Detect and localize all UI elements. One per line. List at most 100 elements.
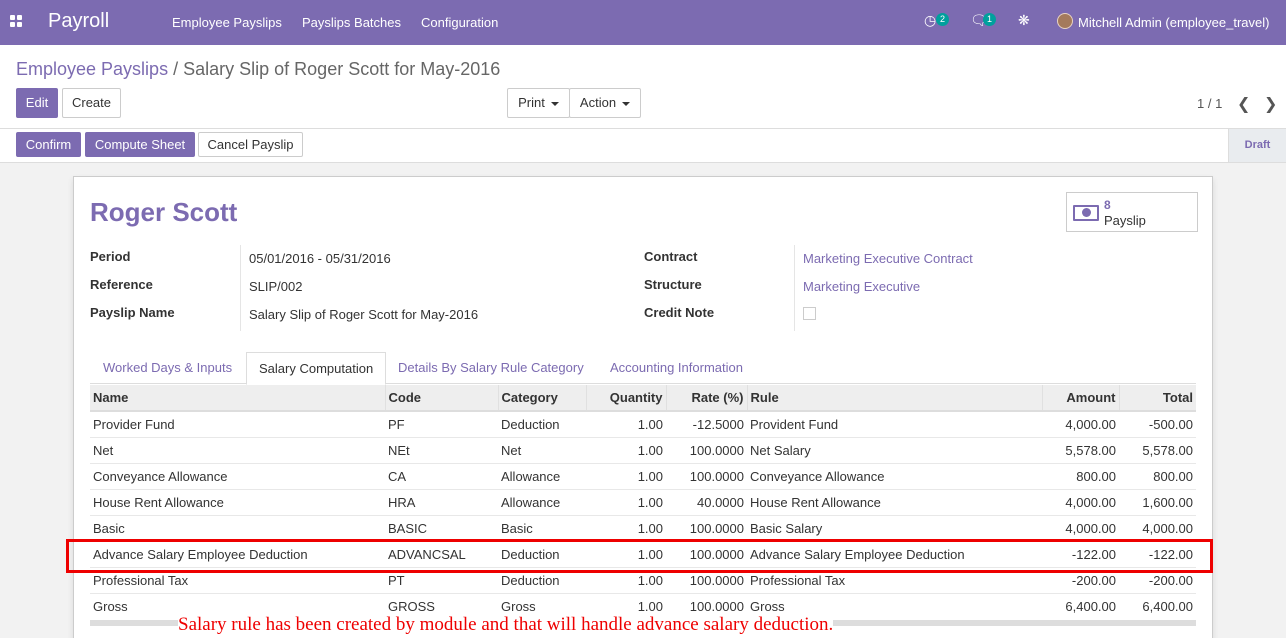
column-header-total[interactable]: Total xyxy=(1118,385,1196,412)
cell-category: Basic xyxy=(498,514,586,541)
cell-amount: 6,400.00 xyxy=(1042,592,1119,619)
contract-label: Contract xyxy=(644,249,698,264)
cell-code: ADVANCSAL xyxy=(385,540,498,567)
table-row[interactable]: Professional Tax PT Deduction 1.00 100.0000 P… xyxy=(90,566,1196,593)
cell-code: PT xyxy=(385,566,498,593)
print-dropdown[interactable]: Print xyxy=(507,88,570,118)
payslip-count: 8 xyxy=(1104,198,1111,212)
cell-rate: 100.0000 xyxy=(666,436,747,463)
money-icon xyxy=(1073,205,1099,221)
credit-note-checkbox[interactable] xyxy=(803,307,816,320)
cell-name: Professional Tax xyxy=(90,566,385,593)
payslip-count-label: Payslip xyxy=(1104,213,1146,228)
menu-configuration[interactable]: Configuration xyxy=(421,15,498,30)
edit-button[interactable]: Edit xyxy=(16,88,58,118)
payslip-name-value: Salary Slip of Roger Scott for May-2016 xyxy=(249,307,479,322)
cell-rate: 100.0000 xyxy=(666,514,747,541)
column-header-quantity[interactable]: Quantity xyxy=(585,385,666,412)
cell-rule: Advance Salary Employee Deduction xyxy=(747,540,1042,567)
cell-amount: 4,000.00 xyxy=(1042,514,1119,541)
tab-worked-days-inputs[interactable]: Worked Days & Inputs xyxy=(91,352,244,384)
column-header-category[interactable]: Category xyxy=(497,385,586,412)
menu-employee-payslips[interactable]: Employee Payslips xyxy=(172,15,282,30)
contract-link[interactable]: Marketing Executive Contract xyxy=(803,251,973,266)
print-label: Print xyxy=(518,95,545,110)
period-label: Period xyxy=(90,249,131,264)
pager-next-icon[interactable]: ❯ xyxy=(1264,94,1277,114)
status-draft[interactable]: Draft xyxy=(1228,129,1286,162)
create-button[interactable]: Create xyxy=(62,88,121,118)
confirm-button[interactable]: Confirm xyxy=(16,132,81,157)
control-panel: Employee Payslips / Salary Slip of Roger… xyxy=(0,45,1286,129)
cell-rule: House Rent Allowance xyxy=(747,488,1042,515)
tab-accounting-information[interactable]: Accounting Information xyxy=(598,352,755,384)
cell-name: Conveyance Allowance xyxy=(90,462,385,489)
breadcrumb-parent-link[interactable]: Employee Payslips xyxy=(16,59,168,79)
form-sheet: Roger Scott 8 Payslip Period 05/01/2016 … xyxy=(73,176,1213,638)
cell-total: -122.00 xyxy=(1119,540,1196,567)
caret-down-icon xyxy=(550,101,559,106)
column-header-name[interactable]: Name xyxy=(90,385,385,412)
tab-details-by-salary-rule-category[interactable]: Details By Salary Rule Category xyxy=(386,352,596,384)
activity-clock-icon[interactable]: ◷ xyxy=(924,12,936,29)
field-divider xyxy=(794,245,795,331)
cell-quantity: 1.00 xyxy=(586,410,666,437)
field-divider xyxy=(240,245,241,331)
debug-bug-icon[interactable]: ❋ xyxy=(1018,12,1030,29)
cell-amount: 5,578.00 xyxy=(1042,436,1119,463)
table-header-row: Name Code Category Quantity Rate (%) Rul… xyxy=(90,385,1196,412)
cell-quantity: 1.00 xyxy=(586,436,666,463)
menu-payslips-batches[interactable]: Payslips Batches xyxy=(302,15,401,30)
cell-name: House Rent Allowance xyxy=(90,488,385,515)
credit-note-label: Credit Note xyxy=(644,305,715,320)
compute-sheet-button[interactable]: Compute Sheet xyxy=(85,132,195,157)
table-row[interactable]: Conveyance Allowance CA Allowance 1.00 100.0… xyxy=(90,462,1196,489)
column-header-amount[interactable]: Amount xyxy=(1041,385,1119,412)
table-row[interactable]: Advance Salary Employee Deduction ADVANCS… xyxy=(90,540,1196,567)
cell-quantity: 1.00 xyxy=(586,566,666,593)
caret-down-icon xyxy=(622,101,631,106)
user-menu[interactable]: Mitchell Admin (employee_travel) xyxy=(1078,15,1269,30)
messages-count-badge: 1 xyxy=(983,13,997,26)
cell-category: Deduction xyxy=(498,540,586,567)
cell-total: -500.00 xyxy=(1119,410,1196,437)
cell-amount: -200.00 xyxy=(1042,566,1119,593)
avatar[interactable] xyxy=(1057,13,1073,29)
cell-amount: 4,000.00 xyxy=(1042,488,1119,515)
structure-label: Structure xyxy=(644,277,702,292)
breadcrumb: Employee Payslips / Salary Slip of Roger… xyxy=(16,59,500,80)
structure-link[interactable]: Marketing Executive xyxy=(803,279,920,294)
salary-computation-table: Name Code Category Quantity Rate (%) Rul… xyxy=(90,385,1196,619)
top-navbar: Payroll Employee Payslips Payslips Batch… xyxy=(0,0,1286,45)
payslip-smart-button[interactable]: 8 Payslip xyxy=(1066,192,1198,232)
column-header-code[interactable]: Code xyxy=(384,385,498,412)
cell-total: 5,578.00 xyxy=(1119,436,1196,463)
cell-category: Allowance xyxy=(498,488,586,515)
tab-salary-computation[interactable]: Salary Computation xyxy=(246,352,387,385)
cell-code: NEt xyxy=(385,436,498,463)
cell-code: CA xyxy=(385,462,498,489)
column-header-rate[interactable]: Rate (%) xyxy=(665,385,747,412)
cell-amount: 4,000.00 xyxy=(1042,410,1119,437)
apps-menu-icon[interactable] xyxy=(10,15,24,29)
cell-total: 6,400.00 xyxy=(1119,592,1196,619)
cell-rule: Conveyance Allowance xyxy=(747,462,1042,489)
cell-amount: -122.00 xyxy=(1042,540,1119,567)
employee-name: Roger Scott xyxy=(90,197,238,227)
table-row[interactable]: House Rent Allowance HRA Allowance 1.00 40.0… xyxy=(90,488,1196,515)
action-dropdown[interactable]: Action xyxy=(569,88,641,118)
table-row[interactable]: Provider Fund PF Deduction 1.00 -12.5000 Prov… xyxy=(90,410,1196,437)
table-row[interactable]: Basic BASIC Basic 1.00 100.0000 Basic Salary 4… xyxy=(90,514,1196,541)
cell-quantity: 1.00 xyxy=(586,488,666,515)
cell-total: 4,000.00 xyxy=(1119,514,1196,541)
app-brand[interactable]: Payroll xyxy=(48,10,109,33)
cell-name: Provider Fund xyxy=(90,410,385,437)
cancel-payslip-button[interactable]: Cancel Payslip xyxy=(198,132,303,157)
cell-rate: 100.0000 xyxy=(666,540,747,567)
column-header-rule[interactable]: Rule xyxy=(746,385,1042,412)
payslip-name-label: Payslip Name xyxy=(90,305,175,320)
pager-previous-icon[interactable]: ❮ xyxy=(1237,94,1250,114)
table-row[interactable]: Net NEt Net 1.00 100.0000 Net Salary 5,578.00 5… xyxy=(90,436,1196,463)
pager-value[interactable]: 1 / 1 xyxy=(1197,96,1222,111)
cell-rule: Basic Salary xyxy=(747,514,1042,541)
